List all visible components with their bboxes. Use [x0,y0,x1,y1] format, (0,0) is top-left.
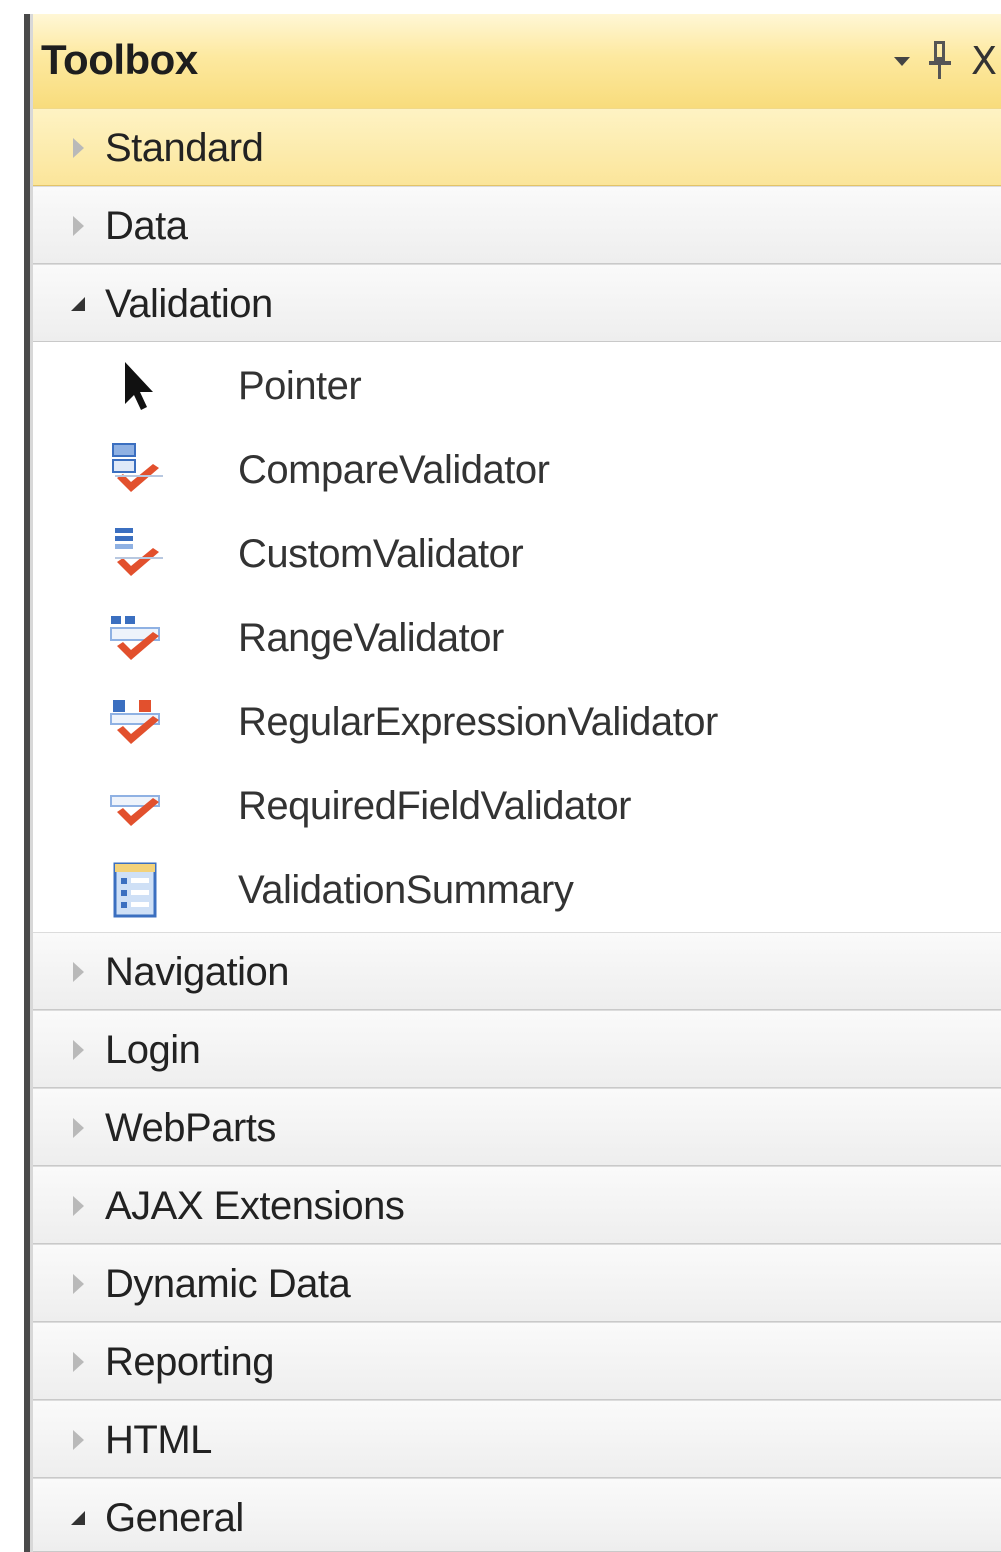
item-label: Pointer [238,364,362,408]
collapse-arrow-icon [69,1505,91,1531]
section-webparts[interactable]: WebParts [33,1088,1001,1166]
item-label: RequiredFieldValidator [238,784,631,828]
item-label: ValidationSummary [238,868,574,912]
section-standard[interactable]: Standard [33,108,1001,186]
required-field-validator-icon [103,774,167,838]
collapse-arrow-icon [69,291,91,317]
item-label: RangeValidator [238,616,504,660]
expand-arrow-icon [69,959,91,985]
toolbox-item-validation-summary[interactable]: ValidationSummary [33,848,1001,932]
section-ajax-extensions[interactable]: AJAX Extensions [33,1166,1001,1244]
toolbox-item-custom-validator[interactable]: CustomValidator [33,512,1001,596]
item-label: CustomValidator [238,532,524,576]
section-login[interactable]: Login [33,1010,1001,1088]
regex-validator-icon [103,690,167,754]
section-validation[interactable]: Validation [33,264,1001,342]
expand-arrow-icon [69,1115,91,1141]
expand-arrow-icon [69,1193,91,1219]
toolbox-item-required-field-validator[interactable]: RequiredFieldValidator [33,764,1001,848]
section-data[interactable]: Data [33,186,1001,264]
expand-arrow-icon [69,1271,91,1297]
toolbox-item-regular-expression-validator[interactable]: RegularExpressionValidator [33,680,1001,764]
title-bar-controls: X [891,36,1001,86]
section-html[interactable]: HTML [33,1400,1001,1478]
pointer-arrow-icon [103,354,167,418]
toolbox-item-pointer[interactable]: Pointer [33,344,1001,428]
screenshot-frame: Toolbox X Standard Data Validation Point… [0,0,1001,1552]
section-label: Standard [105,126,264,170]
expand-arrow-icon [69,135,91,161]
dropdown-arrow-icon[interactable] [891,56,913,66]
item-label: RegularExpressionValidator [238,700,718,744]
item-label: CompareValidator [238,448,550,492]
expand-arrow-icon [69,1037,91,1063]
section-label: HTML [105,1418,212,1462]
expand-arrow-icon [69,213,91,239]
close-icon[interactable]: X [967,39,1001,83]
section-label: Data [105,204,188,248]
section-label: Login [105,1028,201,1072]
compare-validator-icon [103,438,167,502]
section-label: Validation [105,282,273,326]
toolbox-title: Toolbox [41,36,198,83]
section-label: Dynamic Data [105,1262,351,1306]
validation-summary-icon [103,858,167,922]
toolbox-panel: Toolbox X Standard Data Validation Point… [33,14,1001,1552]
toolbox-title-bar[interactable]: Toolbox X [33,14,1001,109]
section-label: General [105,1496,244,1540]
custom-validator-icon [103,522,167,586]
section-general[interactable]: General [33,1478,1001,1552]
expand-arrow-icon [69,1349,91,1375]
section-label: Reporting [105,1340,274,1384]
toolbox-item-range-validator[interactable]: RangeValidator [33,596,1001,680]
pin-icon[interactable] [929,39,951,83]
toolbox-item-compare-validator[interactable]: CompareValidator [33,428,1001,512]
section-reporting[interactable]: Reporting [33,1322,1001,1400]
section-dynamic-data[interactable]: Dynamic Data [33,1244,1001,1322]
expand-arrow-icon [69,1427,91,1453]
section-label: WebParts [105,1106,276,1150]
section-label: Navigation [105,950,290,994]
section-label: AJAX Extensions [105,1184,405,1228]
section-navigation[interactable]: Navigation [33,932,1001,1010]
range-validator-icon [103,606,167,670]
